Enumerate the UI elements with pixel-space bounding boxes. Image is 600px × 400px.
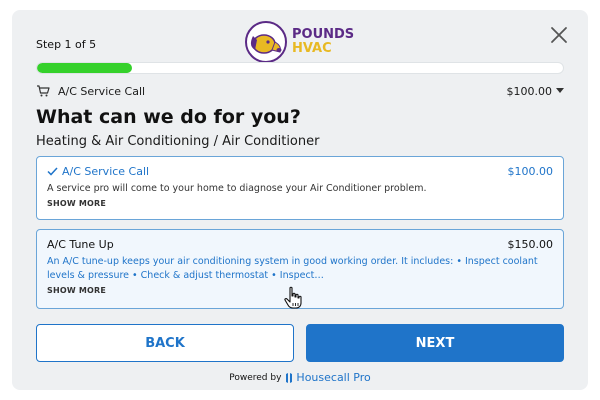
logo-text-hvac: HVAC: [292, 41, 332, 56]
cart-item-label: A/C Service Call: [58, 84, 146, 98]
caret-down-icon: [556, 88, 564, 93]
next-button[interactable]: NEXT: [306, 324, 564, 362]
close-icon[interactable]: [548, 24, 570, 46]
step-indicator: Step 1 of 5: [36, 38, 97, 51]
back-button[interactable]: BACK: [36, 324, 294, 362]
booking-modal: Step 1 of 5 POUNDS HVAC A/C Service Call…: [12, 10, 588, 390]
service-description: An A/C tune-up keeps your air conditioni…: [47, 256, 538, 281]
breadcrumb: Heating & Air Conditioning / Air Conditi…: [36, 134, 320, 149]
housecall-pro-brand: Housecall Pro: [296, 371, 371, 384]
progress-bar: [36, 62, 564, 74]
service-description: A service pro will come to your home to …: [47, 183, 427, 194]
hand-pointer-cursor-icon: [284, 286, 302, 309]
cart-summary: A/C Service Call $100.00: [36, 82, 564, 100]
service-price: $150.00: [507, 238, 554, 251]
powered-by-label: Powered by: [229, 372, 282, 383]
page-title: What can we do for you?: [36, 106, 301, 128]
check-icon: [47, 167, 58, 176]
service-option-ac-service-call[interactable]: A/C Service Call $100.00 A service pro w…: [36, 156, 564, 220]
logo-text-pounds: POUNDS: [292, 27, 355, 42]
dog-logo-icon: [245, 21, 287, 63]
company-logo: POUNDS HVAC: [244, 20, 354, 64]
service-title: A/C Tune Up: [47, 238, 114, 251]
service-title: A/C Service Call: [62, 165, 150, 178]
cart-price-dropdown[interactable]: $100.00: [506, 84, 564, 98]
powered-by-footer: Powered by Housecall Pro: [12, 371, 588, 384]
service-price: $100.00: [507, 165, 554, 178]
housecall-pro-mark-icon: [286, 372, 293, 383]
cart-price: $100.00: [506, 84, 553, 98]
housecall-pro-logo: Housecall Pro: [285, 371, 371, 384]
cart-icon: [37, 85, 50, 97]
progress-bar-fill: [37, 63, 132, 73]
show-more-link[interactable]: SHOW MORE: [47, 199, 553, 208]
